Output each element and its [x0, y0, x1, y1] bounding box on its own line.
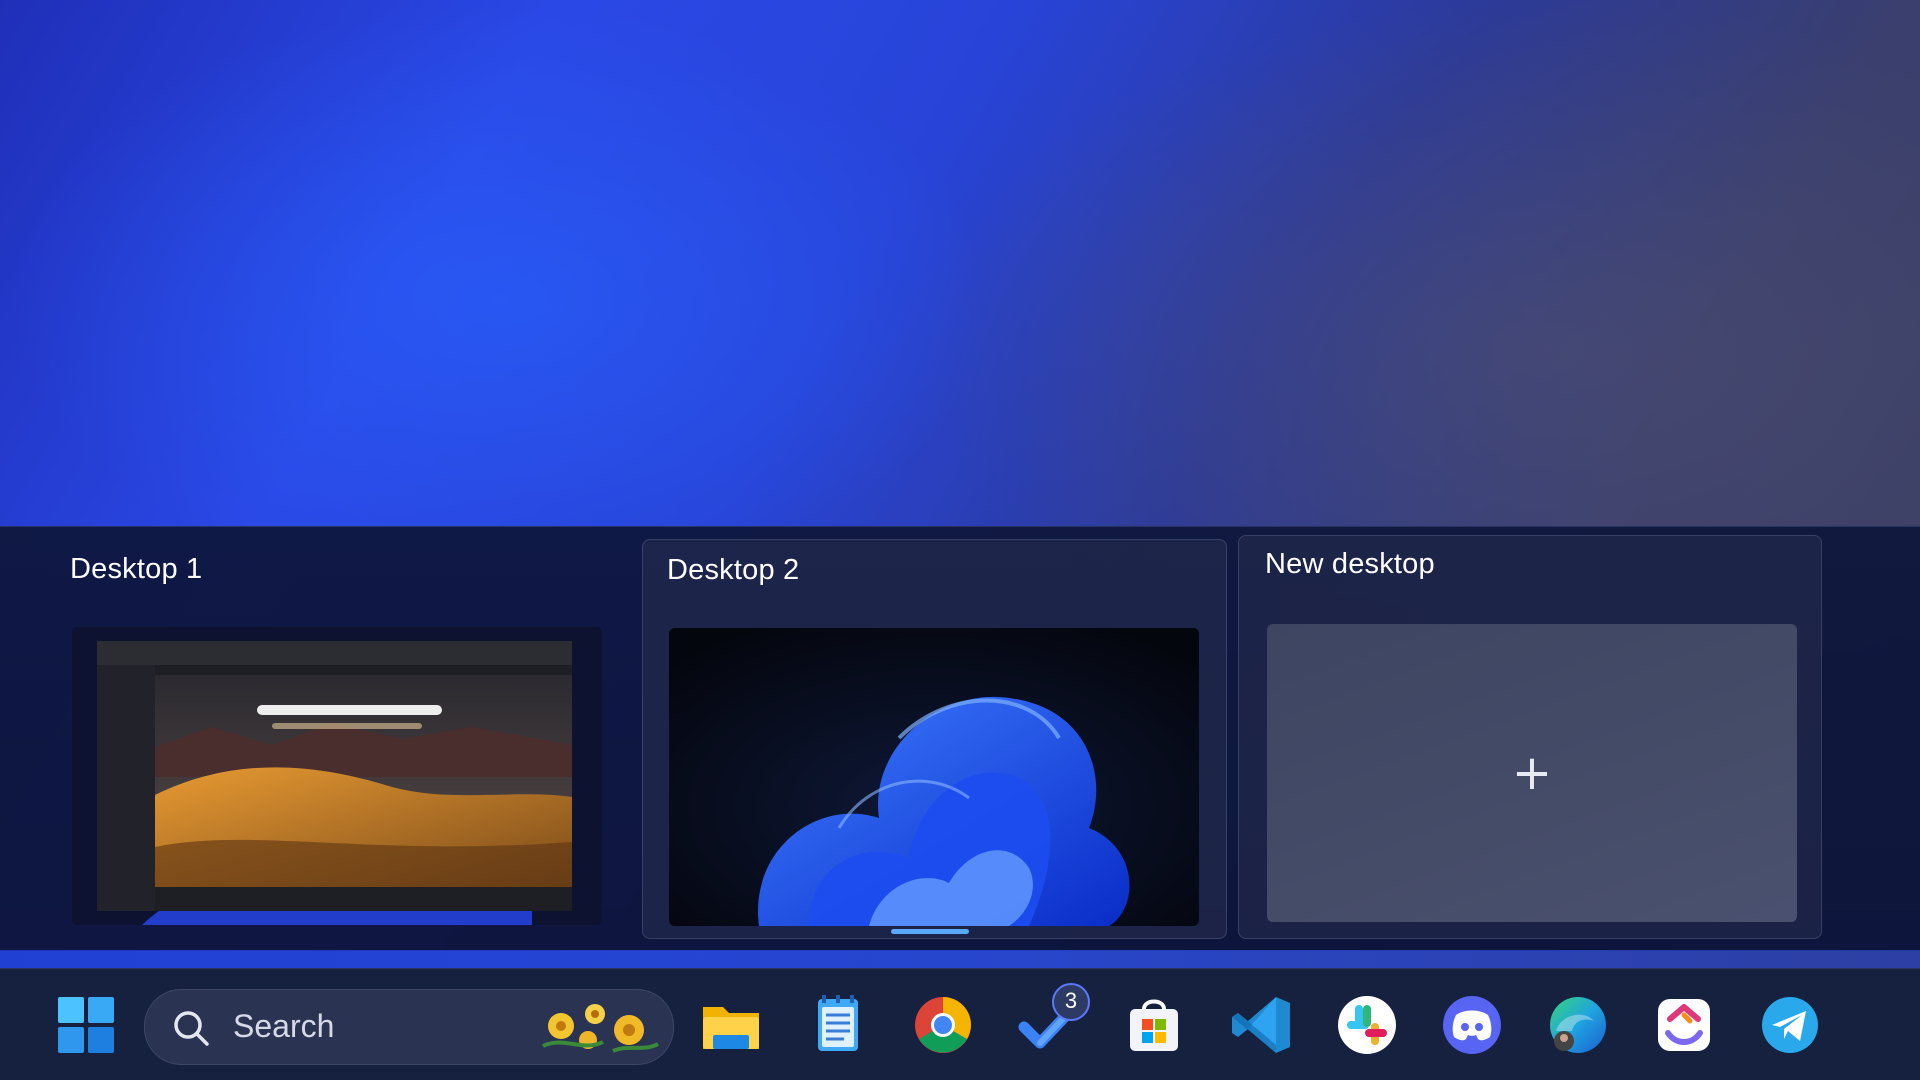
notification-badge: 3: [1052, 983, 1090, 1021]
search-icon: [174, 1011, 209, 1046]
discord-button[interactable]: [1438, 991, 1506, 1059]
telegram-icon: [1762, 997, 1818, 1053]
edge-icon: [1550, 997, 1606, 1053]
desktop-1-thumbnail[interactable]: [72, 627, 602, 925]
windows-start-icon: [58, 997, 114, 1053]
slack-icon: [1338, 996, 1396, 1054]
active-desktop-indicator: [891, 929, 969, 934]
notepad-button[interactable]: [804, 991, 872, 1059]
new-desktop-button[interactable]: +: [1267, 624, 1797, 922]
store-bag-icon: [1130, 999, 1178, 1051]
taskbar-highlight-strip: [0, 950, 1920, 970]
telegram-button[interactable]: [1756, 991, 1824, 1059]
desktop-1-preview: [72, 627, 602, 925]
desktop-2-title: Desktop 2: [667, 554, 800, 586]
new-desktop-title: New desktop: [1265, 548, 1435, 580]
task-view-panel: Desktop 1 Desktop 2 New desktop +: [0, 526, 1920, 951]
todo-button[interactable]: 3: [1016, 983, 1090, 1059]
chrome-icon: [915, 997, 971, 1053]
notepad-icon: [818, 995, 858, 1051]
desktop-2-card[interactable]: Desktop 2: [642, 539, 1227, 939]
vscode-icon: [1232, 997, 1290, 1053]
clickup-button[interactable]: [1650, 991, 1718, 1059]
search-label: Search: [233, 1008, 335, 1044]
plus-icon: +: [1511, 745, 1553, 801]
clickup-icon: [1658, 999, 1710, 1051]
flowers-icon: [542, 1004, 659, 1053]
taskbar: Search 3: [0, 968, 1920, 1080]
slack-button[interactable]: [1333, 991, 1401, 1059]
discord-icon: [1443, 996, 1501, 1054]
edge-button[interactable]: [1544, 991, 1612, 1059]
chrome-button[interactable]: [909, 991, 977, 1059]
desktop-screen: Desktop 1 Desktop 2 New desktop + Search…: [0, 0, 1920, 1080]
search-input[interactable]: Search: [144, 989, 674, 1065]
new-desktop-card[interactable]: New desktop +: [1238, 535, 1822, 939]
windows-bloom-wallpaper: [669, 628, 1199, 926]
microsoft-store-button[interactable]: [1120, 991, 1188, 1059]
desktop-2-thumbnail[interactable]: [669, 628, 1199, 926]
desktop-1-card[interactable]: Desktop 1: [48, 537, 628, 937]
start-button[interactable]: [56, 995, 116, 1055]
vscode-button[interactable]: [1228, 991, 1296, 1059]
desktop-1-title: Desktop 1: [70, 553, 203, 585]
file-explorer-button[interactable]: [697, 991, 765, 1059]
folder-icon: [703, 1007, 759, 1049]
